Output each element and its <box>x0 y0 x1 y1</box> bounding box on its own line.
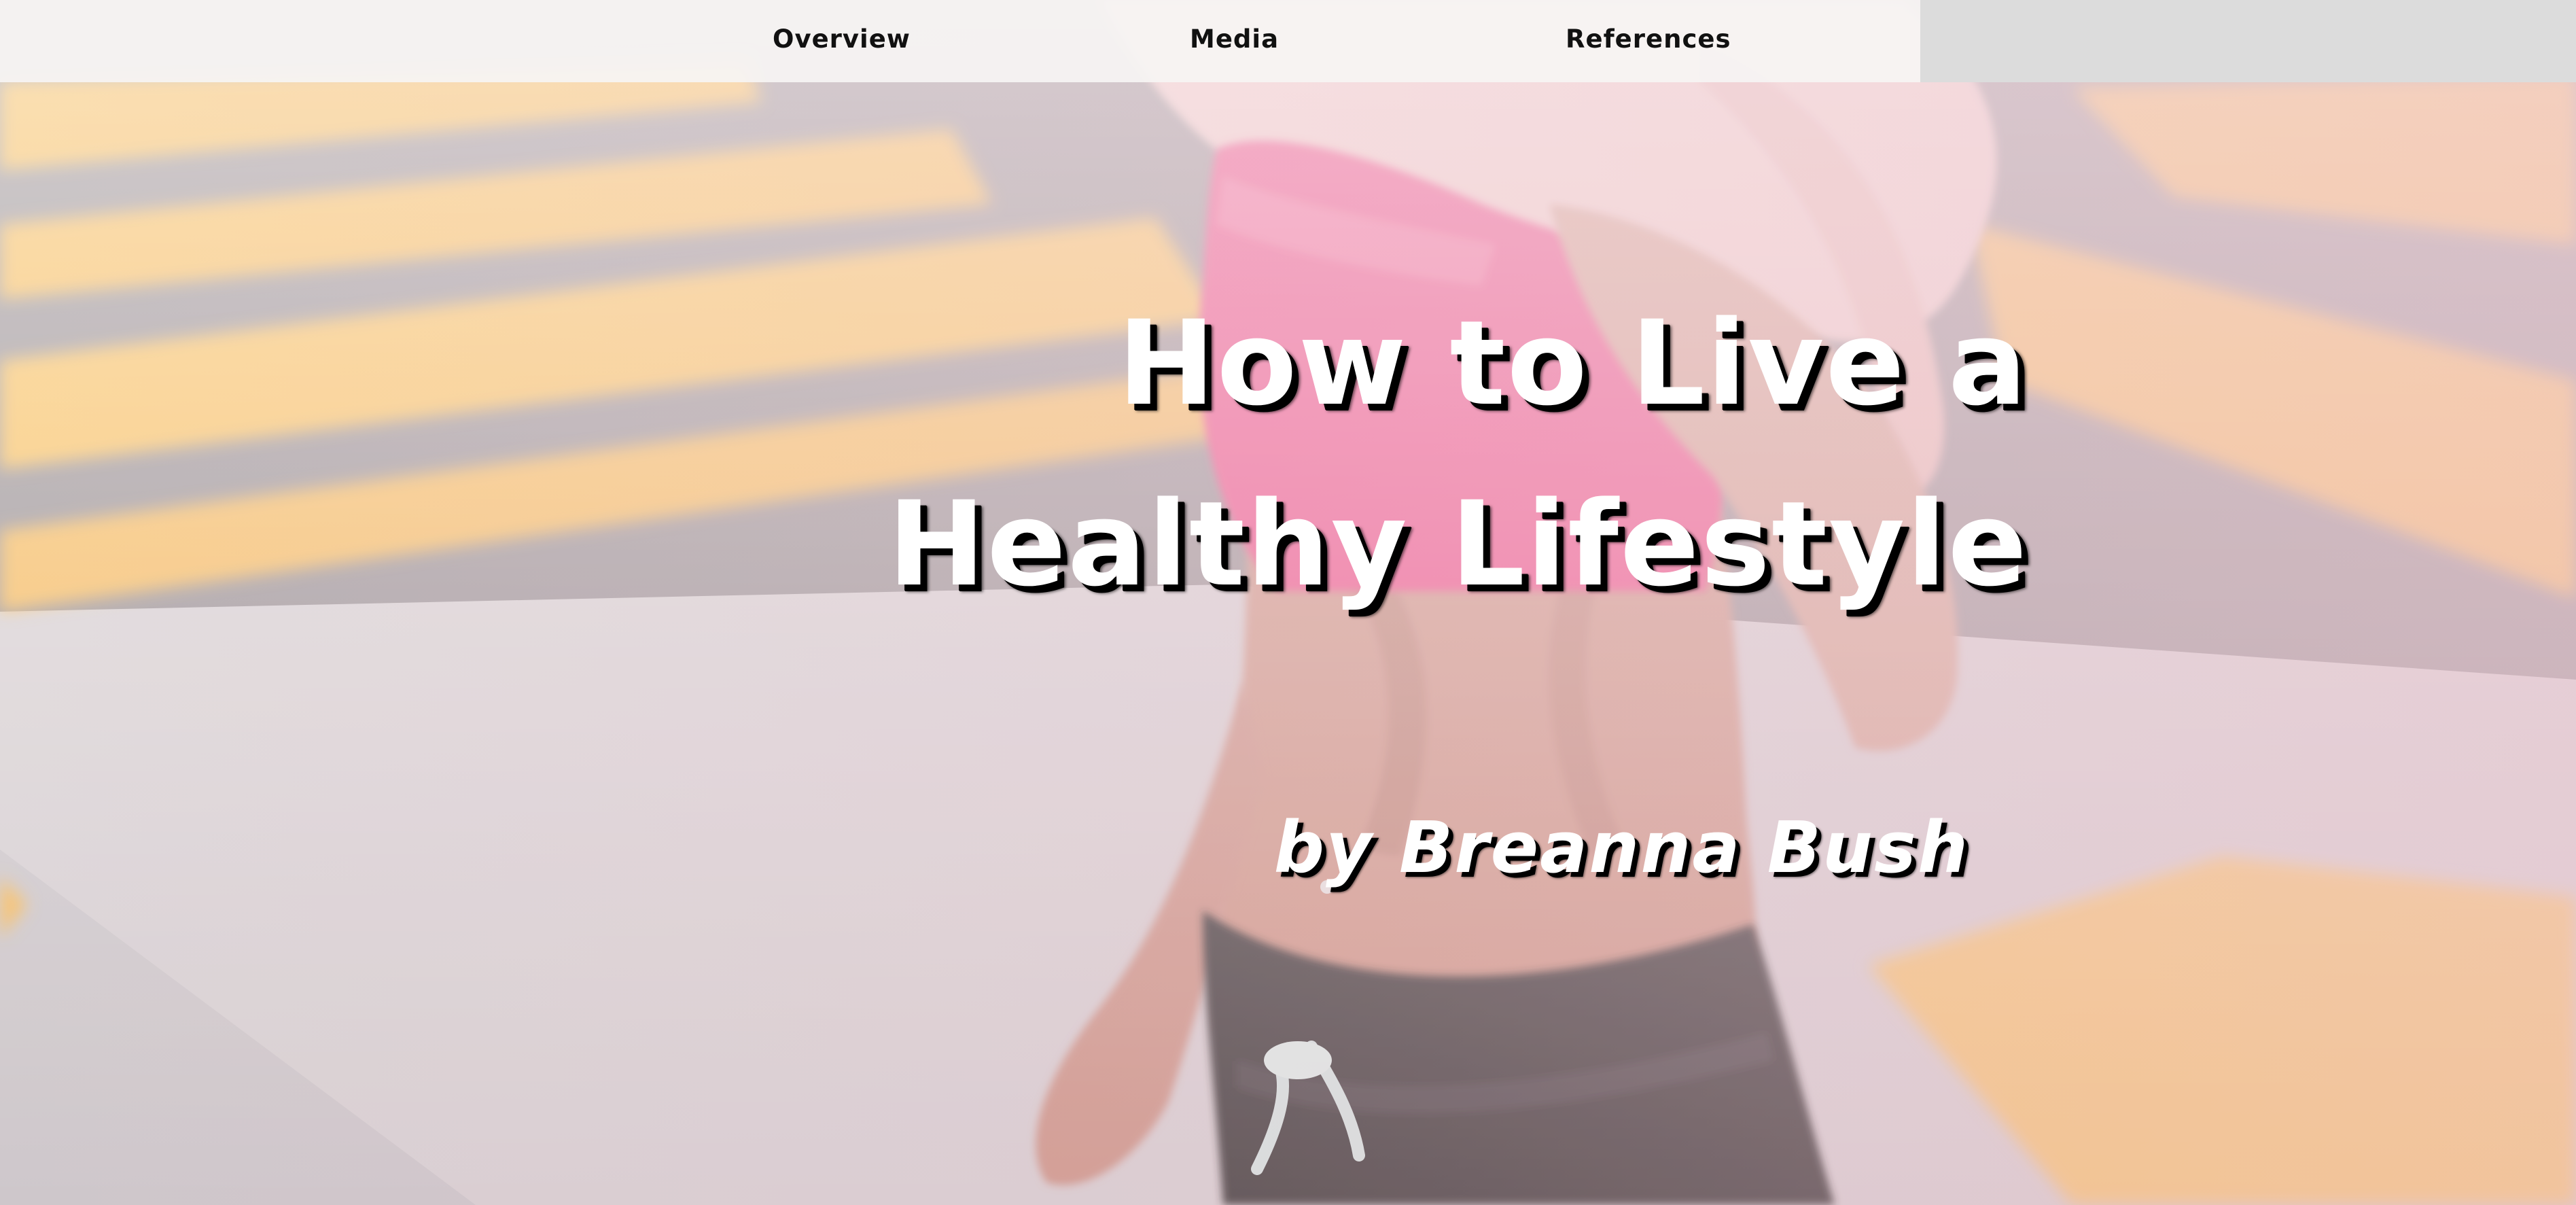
nav-link-overview[interactable]: Overview <box>773 19 911 60</box>
hero-title-line-2: Healthy Lifestyle <box>887 476 2028 612</box>
nav-link-media[interactable]: Media <box>1190 19 1279 60</box>
top-navigation-bar: Overview Media References <box>0 0 2576 82</box>
nav-link-references[interactable]: References <box>1566 19 1731 60</box>
hero-title-line-1: How to Live a <box>1117 295 2028 432</box>
hero-byline: by Breanna Bush <box>1273 806 1969 889</box>
nav-grey-panel <box>1920 0 2576 82</box>
